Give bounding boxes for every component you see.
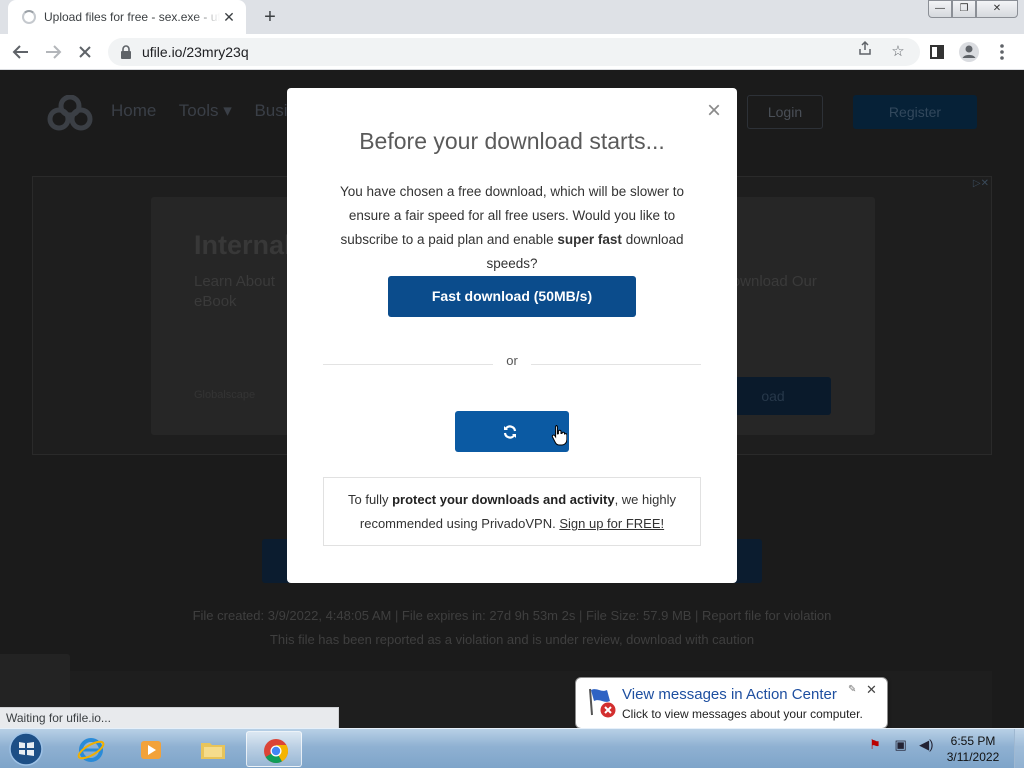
stop-loading-icon[interactable]: [72, 39, 98, 65]
address-bar[interactable]: ufile.io/23mry23q ☆: [108, 38, 920, 66]
fast-download-button[interactable]: Fast download (50MB/s): [388, 276, 636, 317]
nav-tools[interactable]: Tools ▾: [179, 101, 232, 120]
bookmark-star-icon[interactable]: ☆: [886, 40, 910, 64]
ad-text-2: eBook: [194, 293, 237, 310]
hand-cursor-icon: [551, 425, 567, 446]
notification-subtitle: Click to view messages about your comput…: [622, 707, 863, 721]
ad-headline: Internal: [194, 230, 292, 260]
nav-home[interactable]: Home: [111, 101, 156, 120]
url-text[interactable]: ufile.io/23mry23q: [142, 44, 249, 60]
taskbar-explorer[interactable]: [184, 731, 240, 767]
browser-tab[interactable]: Upload files for free - sex.exe - ufile.…: [8, 0, 246, 34]
browser-toolbar: ufile.io/23mry23q ☆: [0, 34, 1024, 70]
system-tray: ⚑ ▣ ◀): [866, 737, 939, 755]
clock[interactable]: 6:55 PM 3/11/2022: [936, 733, 1010, 765]
pin-icon[interactable]: ✎: [848, 684, 856, 695]
internet-explorer-icon: [77, 738, 105, 762]
clock-time: 6:55 PM: [950, 734, 996, 748]
register-button[interactable]: Register: [853, 95, 977, 129]
tab-close-icon[interactable]: ✕: [220, 8, 238, 26]
tab-title: Upload files for free - sex.exe - ufile.…: [44, 10, 220, 24]
profile-avatar-icon[interactable]: [956, 39, 982, 65]
folder-icon: [201, 743, 225, 759]
windows-taskbar: ⚑ ▣ ◀) 6:55 PM 3/11/2022: [0, 728, 1024, 768]
notification-close-button[interactable]: ✕: [866, 682, 877, 698]
chrome-icon: [264, 739, 289, 764]
start-button[interactable]: [6, 731, 46, 767]
loading-spinner-icon: [22, 10, 36, 24]
login-button[interactable]: Login: [747, 95, 823, 129]
modal-close-button[interactable]: ×: [704, 99, 724, 123]
share-icon[interactable]: [853, 40, 877, 64]
back-icon[interactable]: [8, 39, 34, 65]
tab-strip: Upload files for free - sex.exe - ufile.…: [0, 0, 1024, 34]
minimize-button[interactable]: —: [928, 0, 952, 18]
window-close-button[interactable]: ✕: [976, 0, 1018, 18]
network-icon[interactable]: ▣: [892, 737, 910, 755]
menu-kebab-icon[interactable]: [989, 39, 1015, 65]
ufile-logo-icon: [47, 95, 93, 131]
file-info: File created: 3/9/2022, 4:48:05 AM | Fil…: [192, 608, 832, 623]
refresh-icon: [503, 425, 517, 439]
show-desktop-button[interactable]: [1014, 729, 1024, 768]
volume-icon[interactable]: ◀): [917, 737, 935, 755]
action-center-notification[interactable]: View messages in Action Center Click to …: [575, 677, 888, 742]
ad-footer: Globalscape: [194, 389, 256, 401]
new-tab-button[interactable]: +: [258, 5, 282, 29]
status-bubble: Waiting for ufile.io...: [0, 707, 339, 728]
modal-title: Before your download starts...: [359, 128, 665, 154]
taskbar-internet-explorer[interactable]: [62, 731, 118, 767]
maximize-button[interactable]: ❐: [952, 0, 976, 18]
media-player-icon: [141, 741, 161, 759]
clock-date: 3/11/2022: [946, 750, 1000, 764]
ad-choices-icon[interactable]: ▷✕: [959, 178, 989, 192]
lock-icon[interactable]: [118, 44, 134, 60]
vpn-signup-link[interactable]: Sign up for FREE!: [559, 516, 664, 531]
download-modal: × Before your download starts... You hav…: [287, 88, 737, 583]
taskbar-chrome[interactable]: [246, 731, 302, 767]
side-panel-icon[interactable]: [924, 39, 950, 65]
action-center-tray-icon[interactable]: ⚑: [866, 737, 884, 755]
modal-description: You have chosen a free download, which w…: [340, 184, 684, 271]
divider-right: [531, 364, 701, 365]
action-center-flag-icon: [589, 688, 616, 718]
notification-title[interactable]: View messages in Action Center: [622, 686, 837, 703]
violation-notice: This file has been reported as a violati…: [269, 632, 755, 647]
taskbar-media-player[interactable]: [122, 731, 178, 767]
or-separator: or: [506, 353, 518, 368]
ad-text-1: Learn About: [194, 273, 275, 290]
vpn-promo: To fully protect your downloads and acti…: [323, 477, 701, 546]
forward-icon[interactable]: [40, 39, 66, 65]
recaptcha-badge: [0, 654, 70, 714]
